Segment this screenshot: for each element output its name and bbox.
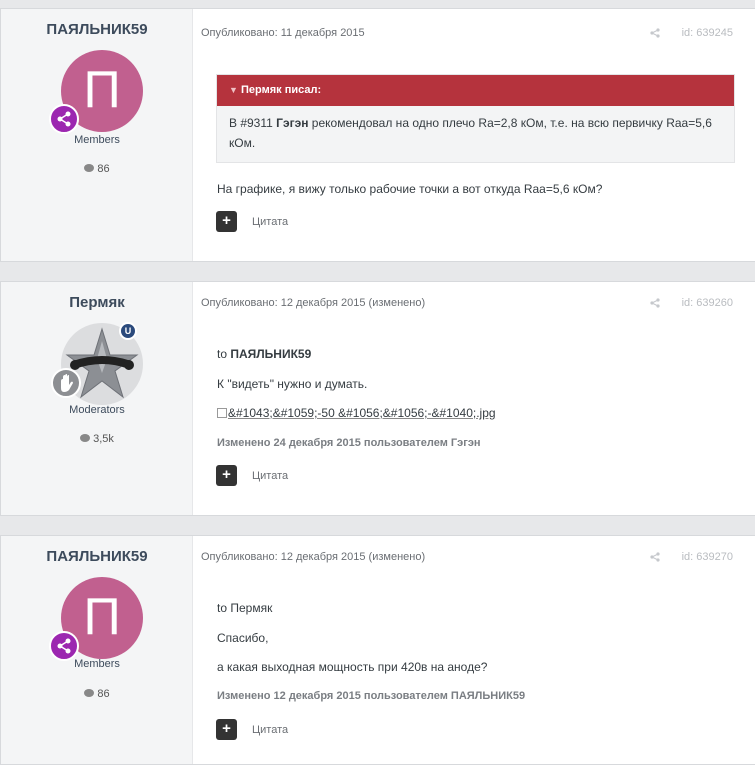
post-date: Опубликовано: 12 декабря 2015 (изменено) [201,551,426,563]
quote-author: Пермяк писал: [241,84,322,96]
quote-body: В #9311 Гэгэн рекомендовал на одно плечо… [217,106,734,162]
hand-badge-icon [51,368,81,398]
quote-button[interactable]: Цитата [252,724,288,736]
share-icon[interactable] [650,28,660,38]
post-count: 86 [1,688,193,700]
author-panel: Пермяк U Moderators 3,5k [1,282,193,515]
rank-badge-icon [49,631,79,661]
post-count: 3,5k [1,433,193,445]
post-text-line: to ПАЯЛЬНИК59 [217,347,311,361]
post-639270: ПАЯЛЬНИК59 П Members 86 Опубликовано: 12… [0,535,755,765]
quote-block: ▼ Пермяк писал: В #9311 Гэгэн рекомендова… [216,74,735,163]
edited-note: Изменено 12 декабря 2015 пользователем П… [217,690,526,702]
quote-button[interactable]: Цитата [252,470,288,482]
post-count-value: 86 [97,688,110,700]
post-text-line: К "видеть" нужно и думать. [217,377,368,391]
quote-text: В #9311 [229,116,277,130]
post-639260: Пермяк U Moderators 3,5k Опубликовано: 1… [0,281,755,516]
post-text-line: Спасибо, [217,631,269,645]
post-count-value: 3,5k [93,433,114,445]
post-639245: ПАЯЛЬНИК59 П Members 86 Опубликовано: 11… [0,8,755,262]
moderator-badge-icon: U [119,322,137,340]
post-text-line: а какая выходная мощность при 420в на ан… [217,660,488,674]
post-text-line: to Пермяк [217,601,273,615]
post-date: Опубликовано: 12 декабря 2015 (изменено) [201,297,426,309]
post-text: На графике, я вижу только рабочие точки … [217,182,603,196]
member-group: Moderators [69,404,125,416]
author-panel: ПАЯЛЬНИК59 П Members 86 [1,9,193,261]
quote-header[interactable]: ▼ Пермяк писал: [217,75,734,106]
speech-bubble-icon [80,434,91,443]
author-name[interactable]: Пермяк [1,294,193,311]
rank-badge-icon [49,104,79,134]
post-date: Опубликовано: 11 декабря 2015 [201,27,365,39]
edited-note: Изменено 24 декабря 2015 пользователем Г… [217,437,481,449]
member-group: Members [74,658,120,670]
speech-bubble-icon [84,689,95,698]
post-count-value: 86 [97,163,110,175]
author-name[interactable]: ПАЯЛЬНИК59 [1,21,193,38]
share-icon[interactable] [650,552,660,562]
post-id[interactable]: id: 639260 [682,297,733,309]
multiquote-plus-button[interactable]: + [216,719,237,740]
chevron-down-icon: ▼ [229,85,238,95]
post-id[interactable]: id: 639245 [682,27,733,39]
quote-mention: Гэгэн [276,116,309,130]
post-count: 86 [1,163,193,175]
text-prefix: to [217,347,231,361]
multiquote-plus-button[interactable]: + [216,211,237,232]
share-icon[interactable] [650,298,660,308]
quote-button[interactable]: Цитата [252,216,288,228]
speech-bubble-icon [84,164,95,173]
post-id[interactable]: id: 639270 [682,551,733,563]
user-mention[interactable]: ПАЯЛЬНИК59 [230,347,311,361]
multiquote-plus-button[interactable]: + [216,465,237,486]
image-alt-text: &#1043;&#1059;-50 &#1056;&#1056;-&#1040;… [228,406,496,420]
author-panel: ПАЯЛЬНИК59 П Members 86 [1,536,193,764]
broken-image-link[interactable]: &#1043;&#1059;-50 &#1056;&#1056;-&#1040;… [217,406,496,420]
member-group: Members [74,134,120,146]
author-name[interactable]: ПАЯЛЬНИК59 [1,548,193,565]
broken-image-icon [217,408,227,418]
